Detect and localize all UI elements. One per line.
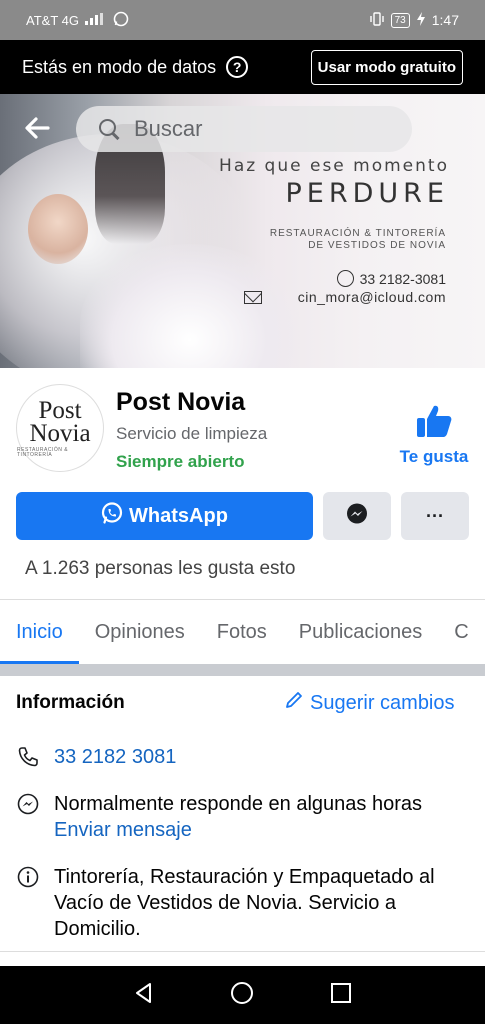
vibrate-icon [369, 11, 385, 29]
cover-subline-2: DE VESTIDOS DE NOVIA [308, 240, 446, 251]
avatar[interactable]: Post Novia RESTAURACIÓN & TINTORERÍA [16, 384, 104, 472]
signal-icon [84, 12, 107, 28]
messenger-outline-icon [16, 791, 40, 843]
whatsapp-notification-icon [113, 11, 129, 30]
charging-icon [416, 11, 426, 29]
suggest-edits-link[interactable]: Sugerir cambios [284, 690, 455, 716]
tab-next-partial[interactable]: C [438, 600, 484, 664]
cover-headline-2: PERDURE [285, 178, 449, 209]
tab-opiniones[interactable]: Opiniones [79, 600, 201, 664]
whatsapp-button-label: WhatsApp [129, 504, 228, 527]
info-messenger-row: Normalmente responde en algunas horas En… [16, 791, 472, 843]
whatsapp-icon [101, 502, 123, 530]
cover-bride [28, 194, 88, 264]
phone-icon [16, 744, 40, 770]
data-mode-text: Estás en modo de datos [22, 56, 217, 77]
page-description: Tintorería, Restauración y Empaquetado a… [54, 866, 435, 940]
clock: 1:47 [431, 12, 459, 28]
whatsapp-outline-icon [336, 270, 354, 287]
nav-back-icon[interactable] [133, 982, 155, 1009]
messenger-button[interactable] [323, 492, 391, 540]
pencil-icon [284, 690, 304, 716]
nav-recents-icon[interactable] [330, 982, 352, 1009]
free-mode-button[interactable]: Usar modo gratuito [310, 49, 463, 85]
like-label: Te gusta [399, 447, 469, 466]
send-message-link[interactable]: Enviar mensaje [54, 817, 422, 843]
mail-icon [244, 290, 262, 304]
cover-subline-1: RESTAURACIÓN & TINTORERÍA [269, 228, 446, 239]
cover-phone: 33 2182-3081 [240, 270, 446, 287]
status-bar: AT&T 4G 73 1:47 [0, 0, 485, 40]
cover-phone-text: 33 2182-3081 [359, 270, 446, 287]
tab-inicio[interactable]: Inicio [0, 600, 79, 664]
cover-email-text: cin_mora@icloud.com [297, 289, 446, 305]
cover-headline-1: Haz que ese momento [219, 156, 449, 176]
action-buttons: WhatsApp ··· [16, 492, 469, 540]
info-description-row: Tintorería, Restauración y Empaquetado a… [16, 864, 472, 942]
system-nav-bar [0, 966, 485, 1024]
suggest-edits-label: Sugerir cambios [310, 691, 455, 714]
page-category: Servicio de limpieza [116, 424, 268, 443]
messenger-icon [345, 502, 369, 531]
search-placeholder: Buscar [134, 116, 203, 141]
divider [0, 951, 485, 952]
likes-count: A 1.263 personas les gusta esto [25, 558, 296, 579]
more-icon: ··· [426, 505, 444, 526]
section-separator [0, 664, 485, 676]
opening-hours: Siempre abierto [116, 452, 245, 471]
data-mode-banner: Estás en modo de datos ? Usar modo gratu… [0, 40, 485, 94]
help-icon[interactable]: ? [226, 56, 249, 78]
cover-photo[interactable]: Buscar Haz que ese momento PERDURE RESTA… [0, 94, 485, 368]
avatar-text-3: RESTAURACIÓN & TINTORERÍA [17, 447, 69, 458]
avatar-text-2: Novia [29, 420, 91, 447]
info-section-title: Información [16, 692, 125, 713]
search-bar[interactable]: Buscar [76, 106, 412, 152]
info-phone: 33 2182 3081 [54, 746, 177, 768]
tab-publicaciones[interactable]: Publicaciones [283, 600, 438, 664]
more-button[interactable]: ··· [401, 492, 469, 540]
info-phone-row[interactable]: 33 2182 3081 [16, 744, 472, 770]
response-time: Normalmente responde en algunas horas [54, 793, 422, 815]
battery-level: 73 [390, 12, 410, 28]
page-tabs: Inicio Opiniones Fotos Publicaciones C [0, 600, 485, 664]
back-arrow-icon[interactable] [24, 114, 50, 146]
like-button[interactable]: Te gusta [394, 404, 474, 467]
page-header: Post Novia RESTAURACIÓN & TINTORERÍA Pos… [0, 368, 485, 492]
cover-email: cin_mora@icloud.com [244, 289, 446, 305]
info-icon [16, 864, 40, 942]
whatsapp-button[interactable]: WhatsApp [16, 492, 313, 540]
carrier-label: AT&T 4G [26, 12, 79, 28]
thumbs-up-icon [416, 404, 452, 443]
tab-fotos[interactable]: Fotos [201, 600, 283, 664]
page-title: Post Novia [116, 388, 246, 416]
nav-home-icon[interactable] [230, 981, 254, 1010]
search-icon [98, 118, 120, 140]
